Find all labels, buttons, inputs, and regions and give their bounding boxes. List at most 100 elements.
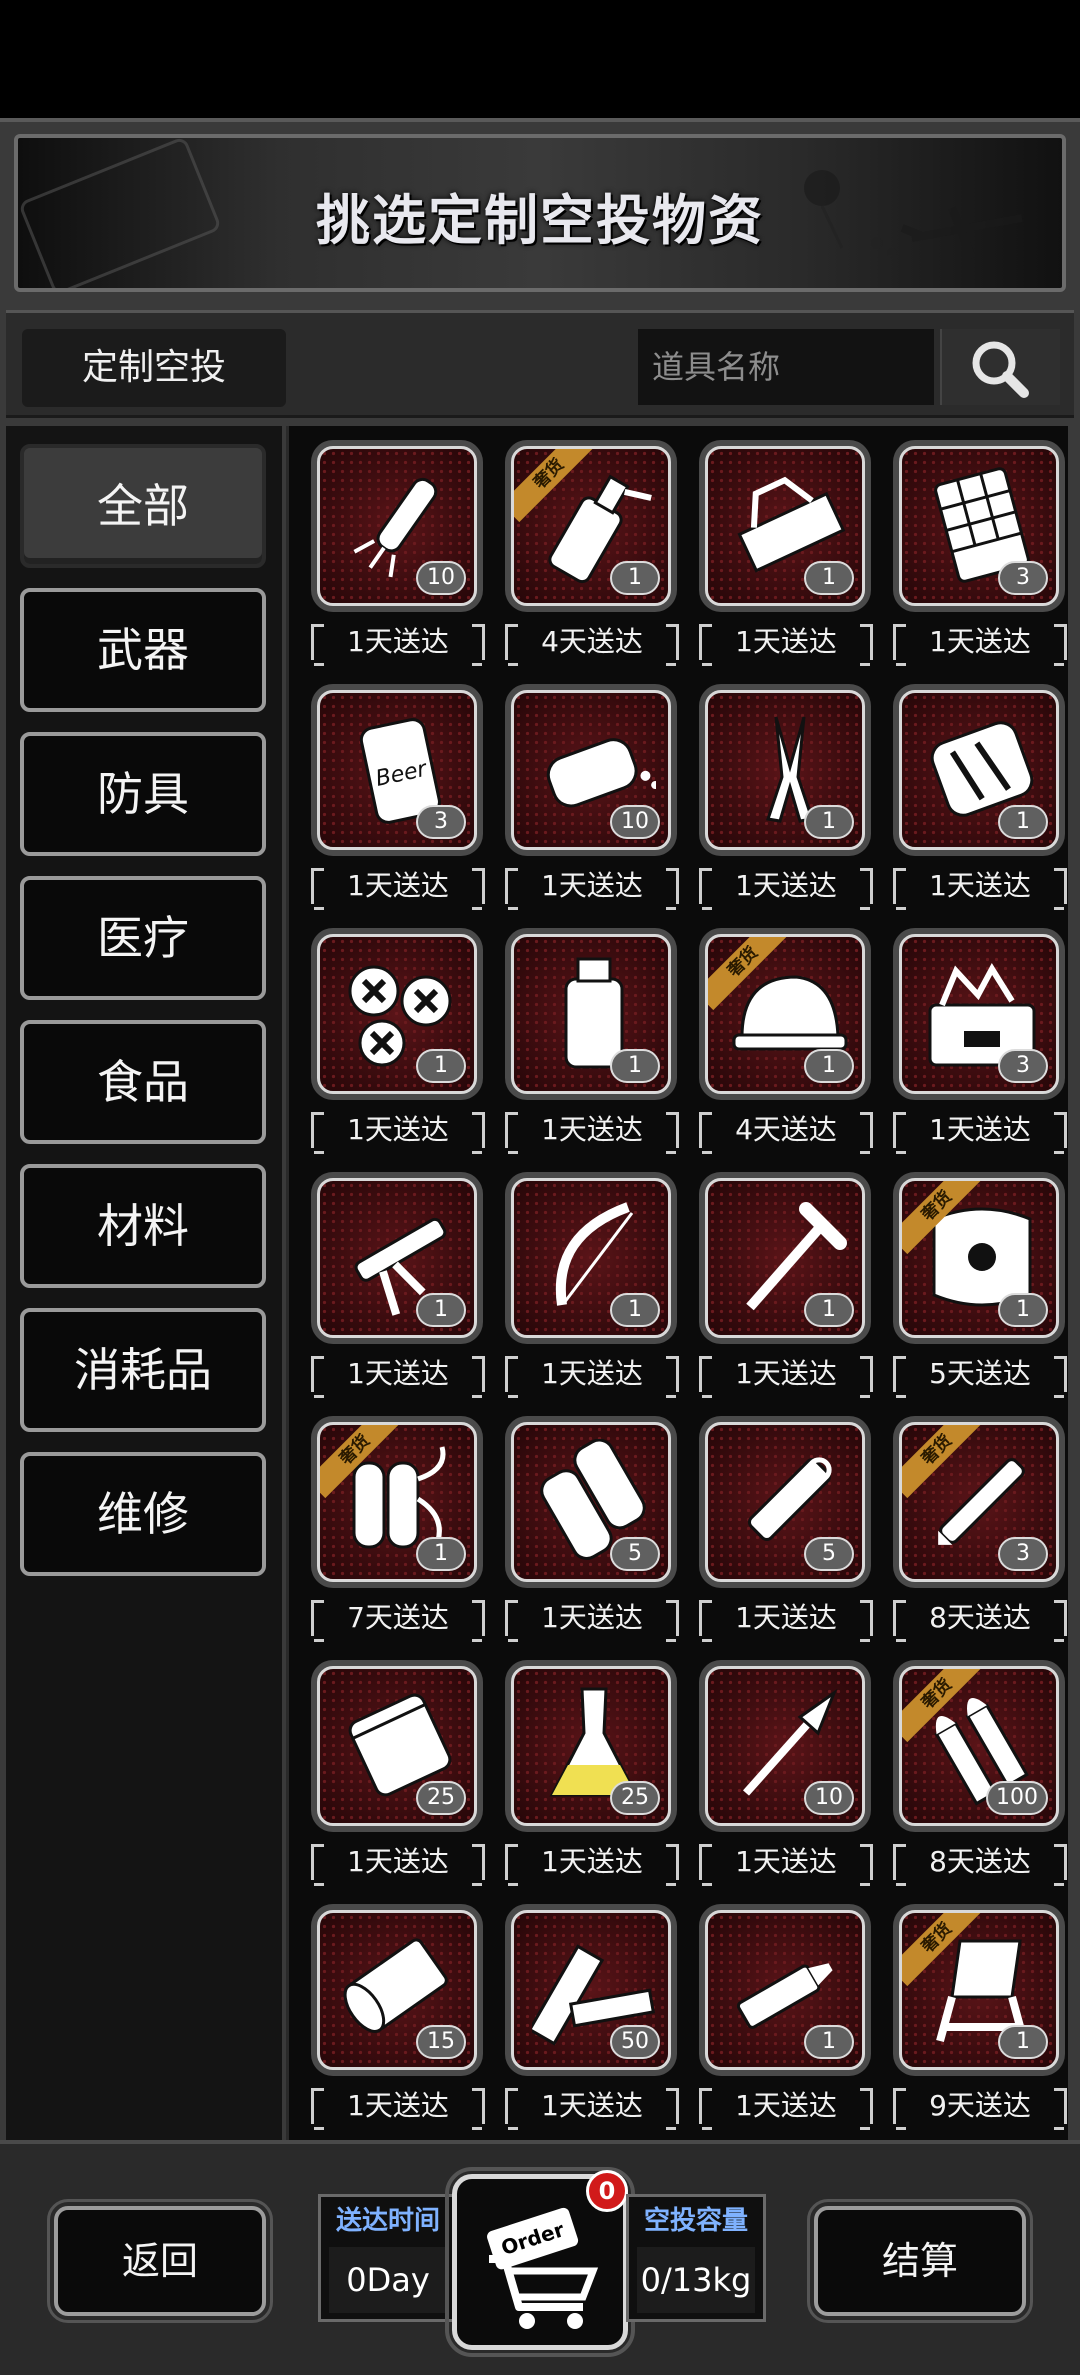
category-weapons[interactable]: 武器 bbox=[20, 588, 266, 712]
item-cell[interactable]: 5 1天送达 bbox=[695, 1412, 875, 1642]
item-slot[interactable]: 奢货 1 bbox=[893, 1904, 1065, 2076]
delivery-label: 9天送达 bbox=[893, 2088, 1067, 2130]
item-cell[interactable]: 10 1天送达 bbox=[307, 436, 487, 666]
item-cell[interactable]: Beer 3 1天送达 bbox=[307, 680, 487, 910]
item-cell[interactable]: 50 1天送达 bbox=[501, 1900, 681, 2130]
item-slot[interactable]: 25 bbox=[311, 1660, 483, 1832]
back-button[interactable]: 返回 bbox=[47, 2199, 273, 2323]
category-consumables[interactable]: 消耗品 bbox=[20, 1308, 266, 1432]
delivery-label: 8天送达 bbox=[893, 1600, 1067, 1642]
item-count: 1 bbox=[416, 1049, 466, 1083]
search-button[interactable] bbox=[940, 329, 1060, 405]
item-frame: 奢货 100 bbox=[899, 1666, 1059, 1826]
item-count: 1 bbox=[610, 1293, 660, 1327]
item-count: 25 bbox=[610, 1781, 660, 1815]
item-cell[interactable]: 5 1天送达 bbox=[501, 1412, 681, 1642]
item-cell[interactable]: 奢货 1 9天送达 bbox=[889, 1900, 1069, 2130]
item-cell[interactable]: 1 1天送达 bbox=[501, 1168, 681, 1398]
item-grid: 10 1天送达 奢货 1 4天送达 1 1天送达 3 1天送达 Beer 3 1… bbox=[286, 426, 1068, 2140]
item-slot[interactable]: 25 bbox=[505, 1660, 677, 1832]
category-materials[interactable]: 材料 bbox=[20, 1164, 266, 1288]
item-cell[interactable]: 10 1天送达 bbox=[501, 680, 681, 910]
checkout-button[interactable]: 结算 bbox=[807, 2199, 1033, 2323]
category-repair[interactable]: 维修 bbox=[20, 1452, 266, 1576]
item-cell[interactable]: 奢货 1 5天送达 bbox=[889, 1168, 1069, 1398]
item-cell[interactable]: 奢货 100 8天送达 bbox=[889, 1656, 1069, 1886]
item-cell[interactable]: 1 1天送达 bbox=[307, 1168, 487, 1398]
item-count: 3 bbox=[998, 1049, 1048, 1083]
item-cell[interactable]: 1 1天送达 bbox=[501, 924, 681, 1154]
item-slot[interactable]: 10 bbox=[311, 440, 483, 612]
item-cell[interactable]: 10 1天送达 bbox=[695, 1656, 875, 1886]
item-slot[interactable]: 1 bbox=[699, 684, 871, 856]
item-slot[interactable]: 1 bbox=[505, 928, 677, 1100]
category-armor[interactable]: 防具 bbox=[20, 732, 266, 856]
item-slot[interactable]: 1 bbox=[893, 684, 1065, 856]
item-count: 10 bbox=[804, 1781, 854, 1815]
item-slot[interactable]: 3 bbox=[893, 928, 1065, 1100]
category-food[interactable]: 食品 bbox=[20, 1020, 266, 1144]
item-frame: 1 bbox=[511, 1178, 671, 1338]
delivery-label: 1天送达 bbox=[699, 868, 873, 910]
item-slot[interactable]: 1 bbox=[699, 1172, 871, 1344]
item-slot[interactable]: 奢货 3 bbox=[893, 1416, 1065, 1588]
item-slot[interactable]: 1 bbox=[505, 1172, 677, 1344]
item-frame: 50 bbox=[511, 1910, 671, 2070]
item-slot[interactable]: 5 bbox=[699, 1416, 871, 1588]
item-slot[interactable]: 1 bbox=[311, 928, 483, 1100]
item-cell[interactable]: 1 1天送达 bbox=[695, 436, 875, 666]
item-frame: 1 bbox=[705, 1178, 865, 1338]
banner-title: 挑选定制空投物资 bbox=[316, 189, 764, 252]
item-slot[interactable]: 1 bbox=[311, 1172, 483, 1344]
item-cell[interactable]: 25 1天送达 bbox=[307, 1656, 487, 1886]
item-slot[interactable]: 奢货 1 bbox=[893, 1172, 1065, 1344]
item-slot[interactable]: 1 bbox=[699, 1904, 871, 2076]
delivery-label: 4天送达 bbox=[699, 1112, 873, 1154]
item-cell[interactable]: 1 1天送达 bbox=[695, 1900, 875, 2130]
item-slot[interactable]: 奢货 1 bbox=[505, 440, 677, 612]
delivery-label: 1天送达 bbox=[311, 1112, 485, 1154]
item-slot[interactable]: 50 bbox=[505, 1904, 677, 2076]
item-cell[interactable]: 1 1天送达 bbox=[889, 680, 1069, 910]
search-input[interactable] bbox=[638, 329, 934, 405]
item-slot[interactable]: 10 bbox=[699, 1660, 871, 1832]
delivery-label: 1天送达 bbox=[311, 624, 485, 666]
item-slot[interactable]: Beer 3 bbox=[311, 684, 483, 856]
item-cell[interactable]: 奢货 1 4天送达 bbox=[695, 924, 875, 1154]
item-count: 1 bbox=[804, 2025, 854, 2059]
delivery-label: 1天送达 bbox=[699, 1356, 873, 1398]
delivery-label: 5天送达 bbox=[893, 1356, 1067, 1398]
item-frame: 25 bbox=[511, 1666, 671, 1826]
item-slot[interactable]: 3 bbox=[893, 440, 1065, 612]
item-frame: 3 bbox=[899, 934, 1059, 1094]
item-cell[interactable]: 1 1天送达 bbox=[695, 1168, 875, 1398]
item-count: 10 bbox=[610, 805, 660, 839]
item-cell[interactable]: 奢货 1 7天送达 bbox=[307, 1412, 487, 1642]
delivery-time-box: 送达时间 0Day bbox=[318, 2194, 458, 2322]
item-slot[interactable]: 奢货 100 bbox=[893, 1660, 1065, 1832]
item-slot[interactable]: 奢货 1 bbox=[311, 1416, 483, 1588]
item-cell[interactable]: 1 1天送达 bbox=[307, 924, 487, 1154]
item-frame: 5 bbox=[705, 1422, 865, 1582]
item-cell[interactable]: 3 1天送达 bbox=[889, 924, 1069, 1154]
tab-custom-airdrop[interactable]: 定制空投 bbox=[22, 329, 286, 407]
category-all[interactable]: 全部 bbox=[20, 444, 266, 568]
item-slot[interactable]: 1 bbox=[699, 440, 871, 612]
item-frame: 10 bbox=[511, 690, 671, 850]
delivery-label: 1天送达 bbox=[505, 1844, 679, 1886]
category-medical[interactable]: 医疗 bbox=[20, 876, 266, 1000]
item-cell[interactable]: 25 1天送达 bbox=[501, 1656, 681, 1886]
delivery-label: 1天送达 bbox=[893, 868, 1067, 910]
item-cell[interactable]: 3 1天送达 bbox=[889, 436, 1069, 666]
delivery-time-label: 送达时间 bbox=[335, 2206, 440, 2236]
item-cell[interactable]: 15 1天送达 bbox=[307, 1900, 487, 2130]
search-icon bbox=[972, 341, 1029, 398]
item-slot[interactable]: 奢货 1 bbox=[699, 928, 871, 1100]
item-count: 1 bbox=[610, 1049, 660, 1083]
item-slot[interactable]: 5 bbox=[505, 1416, 677, 1588]
item-slot[interactable]: 10 bbox=[505, 684, 677, 856]
item-cell[interactable]: 奢货 3 8天送达 bbox=[889, 1412, 1069, 1642]
item-cell[interactable]: 奢货 1 4天送达 bbox=[501, 436, 681, 666]
item-cell[interactable]: 1 1天送达 bbox=[695, 680, 875, 910]
item-slot[interactable]: 15 bbox=[311, 1904, 483, 2076]
